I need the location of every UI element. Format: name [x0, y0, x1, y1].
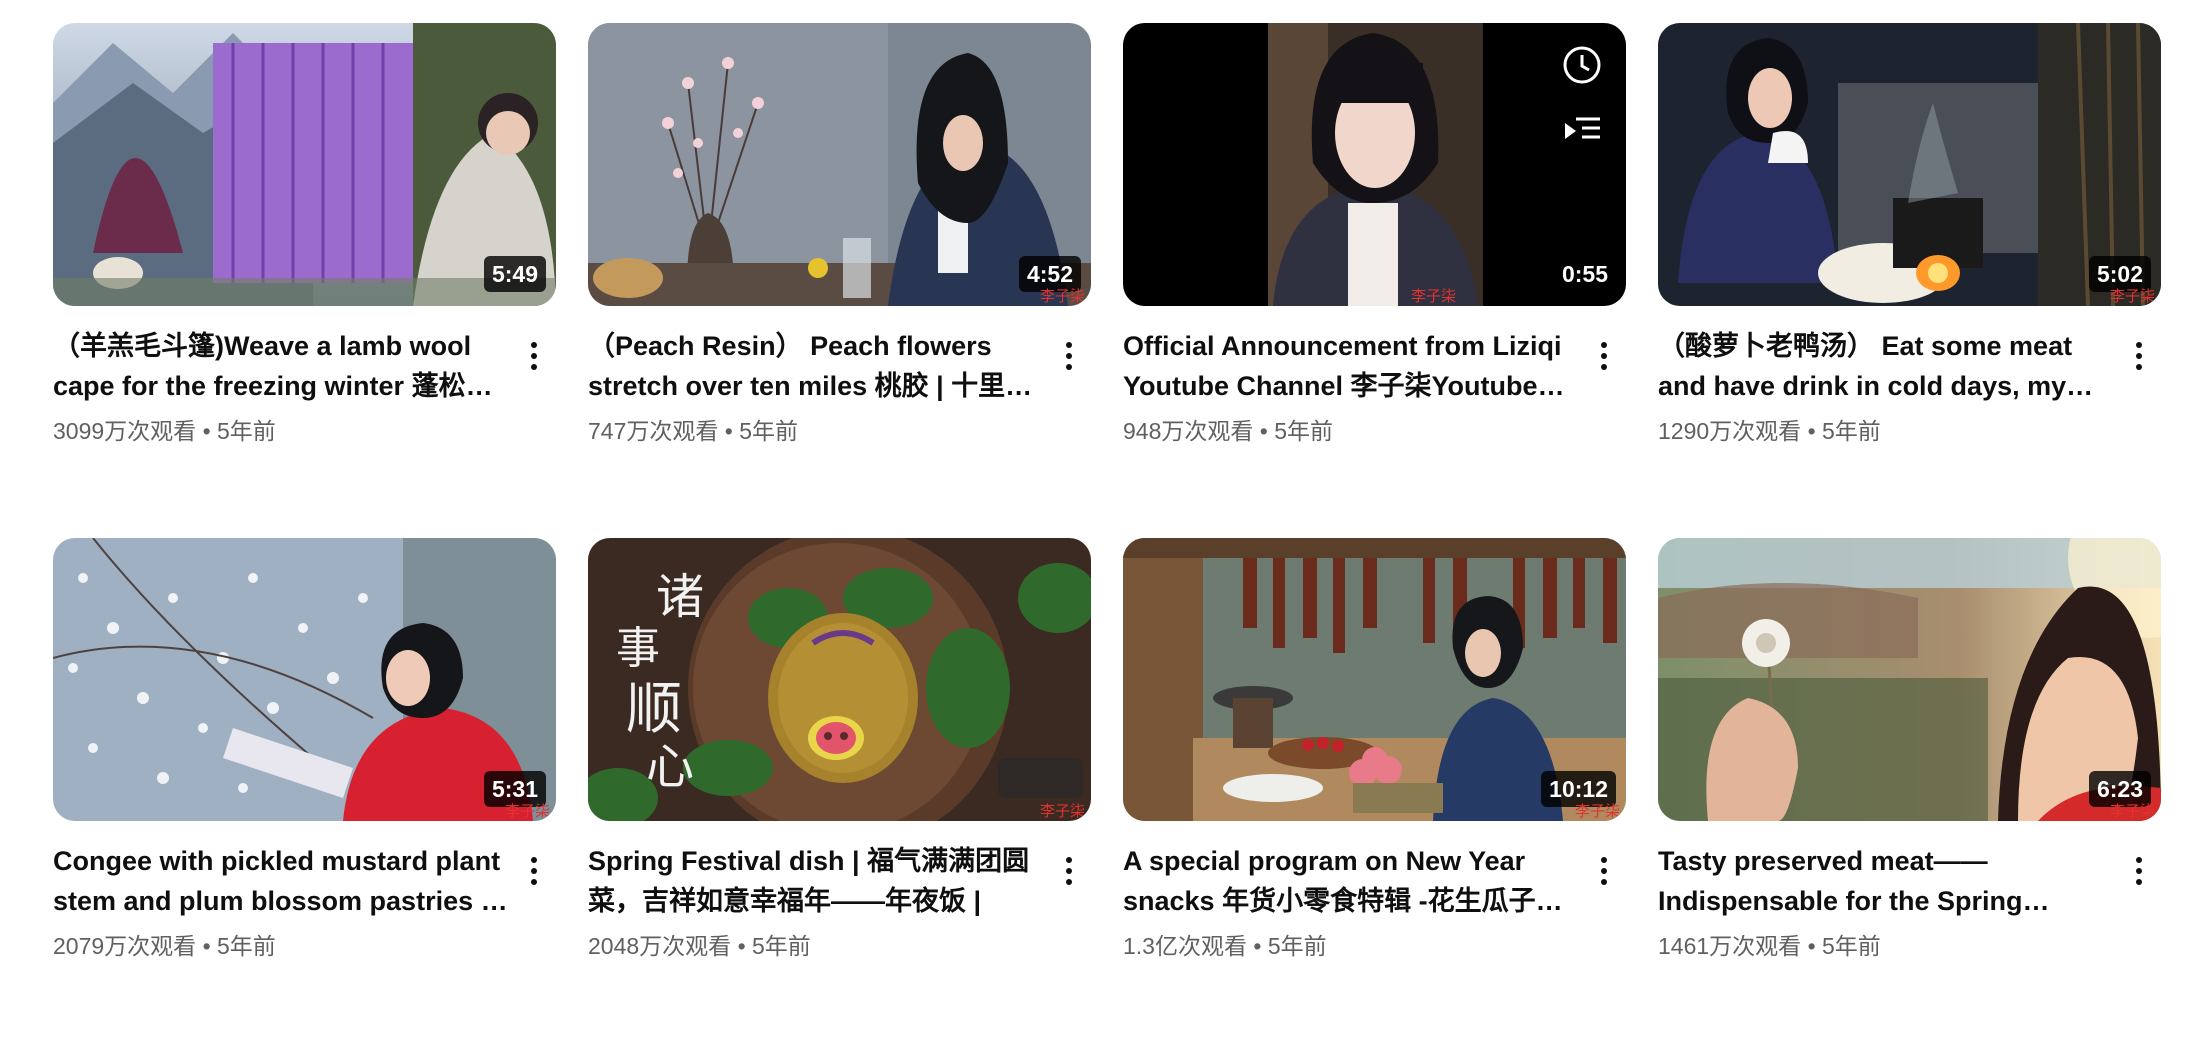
video-thumbnail[interactable]: 5:49	[53, 23, 556, 306]
video-stats: 948万次观看 • 5年前	[1123, 416, 1626, 446]
view-count: 1461万次观看	[1658, 933, 1802, 959]
video-meta: Spring Festival dish | 福气满满团圆菜，吉祥如意幸福年——…	[588, 821, 1091, 961]
more-options-icon[interactable]	[2127, 336, 2151, 376]
channel-watermark: 李子柒	[2109, 287, 2155, 305]
video-stats: 3099万次观看 • 5年前	[53, 416, 556, 446]
upload-age: 5年前	[739, 418, 799, 444]
video-title[interactable]: Spring Festival dish | 福气满满团圆菜，吉祥如意幸福年——…	[588, 841, 1048, 921]
separator-dot: •	[1253, 933, 1262, 959]
video-title[interactable]: Tasty preserved meat—— Indispensable for…	[1658, 841, 2118, 921]
video-meta: （Peach Resin） Peach flowers stretch over…	[588, 306, 1091, 446]
channel-watermark: 李子柒	[1410, 287, 1456, 305]
video-meta: Tasty preserved meat—— Indispensable for…	[1658, 821, 2161, 961]
video-meta: Congee with pickled mustard plant stem a…	[53, 821, 556, 961]
video-card[interactable]: 10:12 李子柒 A special program on New Year …	[1123, 538, 1626, 1053]
thumbnail-calligraphy: 诸 事 顺 心	[616, 569, 704, 795]
video-card[interactable]: 诸 事 顺 心 李子柒 Spring Festival dish | 福气满满团…	[588, 538, 1091, 1053]
video-thumbnail[interactable]: 5:02 李子柒	[1658, 23, 2161, 306]
hover-actions	[1560, 43, 1608, 171]
video-title[interactable]: Congee with pickled mustard plant stem a…	[53, 841, 513, 921]
upload-age: 5年前	[217, 933, 276, 959]
video-stats: 2079万次观看 • 5年前	[53, 931, 556, 961]
separator-dot: •	[1807, 418, 1816, 444]
view-count: 747万次观看	[588, 418, 719, 444]
upload-age: 5年前	[217, 418, 276, 444]
video-stats: 1461万次观看 • 5年前	[1658, 931, 2161, 961]
view-count: 1.3亿次观看	[1123, 933, 1247, 959]
view-count: 2048万次观看	[588, 933, 732, 959]
video-card[interactable]: 5:49 （羊羔毛斗篷)Weave a lamb wool cape for t…	[53, 23, 556, 538]
upload-age: 5年前	[1822, 933, 1881, 959]
thumbnail-image	[1658, 23, 2161, 306]
more-options-icon[interactable]	[2127, 851, 2151, 891]
video-card[interactable]: 6:23 李子柒 Tasty preserved meat—— Indispen…	[1658, 538, 2161, 1053]
separator-dot: •	[1807, 933, 1816, 959]
thumbnail-image	[588, 23, 1091, 306]
svg-text:事: 事	[616, 623, 660, 674]
svg-text:诸: 诸	[656, 569, 704, 625]
separator-dot: •	[202, 933, 211, 959]
upload-age: 5年前	[752, 933, 811, 959]
separator-dot: •	[737, 933, 746, 959]
video-meta: A special program on New Year snacks 年货小…	[1123, 821, 1626, 961]
svg-text:顺: 顺	[626, 677, 682, 742]
channel-watermark: 李子柒	[504, 802, 550, 820]
video-stats: 1.3亿次观看 • 5年前	[1123, 931, 1626, 961]
channel-watermark: 李子柒	[2109, 802, 2155, 820]
video-meta: （羊羔毛斗篷)Weave a lamb wool cape for the fr…	[53, 306, 556, 446]
thumbnail-image	[53, 538, 556, 821]
video-title[interactable]: （羊羔毛斗篷)Weave a lamb wool cape for the fr…	[53, 326, 513, 406]
view-count: 948万次观看	[1123, 418, 1254, 444]
more-options-icon[interactable]	[1592, 851, 1616, 891]
upload-age: 5年前	[1822, 418, 1881, 444]
video-stats: 1290万次观看 • 5年前	[1658, 416, 2161, 446]
video-title[interactable]: （酸萝卜老鸭汤） Eat some meat and have drink in…	[1658, 326, 2118, 406]
thumbnail-image	[53, 23, 556, 306]
thumbnail-image	[1658, 538, 2161, 821]
clock-icon[interactable]	[1560, 43, 1604, 87]
view-count: 3099万次观看	[53, 418, 197, 444]
more-options-icon[interactable]	[522, 336, 546, 376]
duration-badge: 5:49	[483, 256, 546, 292]
duration-badge: 0:55	[1553, 256, 1616, 292]
video-thumbnail[interactable]: 10:12 李子柒	[1123, 538, 1626, 821]
view-count: 2079万次观看	[53, 933, 197, 959]
more-options-icon[interactable]	[522, 851, 546, 891]
video-title[interactable]: A special program on New Year snacks 年货小…	[1123, 841, 1583, 921]
video-meta: Official Announcement from Liziqi Youtub…	[1123, 306, 1626, 446]
thumbnail-image	[1123, 23, 1626, 306]
add-to-queue-icon[interactable]	[1560, 107, 1604, 151]
channel-watermark: 李子柒	[1574, 802, 1620, 820]
video-card[interactable]: 0:55 李子柒 Official Announcement from Lizi…	[1123, 23, 1626, 538]
upload-age: 5年前	[1274, 418, 1334, 444]
video-meta: （酸萝卜老鸭汤） Eat some meat and have drink in…	[1658, 306, 2161, 446]
video-stats: 2048万次观看 • 5年前	[588, 931, 1091, 961]
video-title[interactable]: （Peach Resin） Peach flowers stretch over…	[588, 326, 1048, 406]
more-options-icon[interactable]	[1057, 336, 1081, 376]
video-thumbnail[interactable]: 5:31 李子柒	[53, 538, 556, 821]
more-options-icon[interactable]	[1057, 851, 1081, 891]
channel-watermark: 李子柒	[1039, 802, 1085, 820]
video-thumbnail[interactable]: 4:52 李子柒	[588, 23, 1091, 306]
svg-text:心: 心	[646, 739, 694, 795]
video-card[interactable]: 4:52 李子柒 （Peach Resin） Peach flowers str…	[588, 23, 1091, 538]
video-card[interactable]: 5:31 李子柒 Congee with pickled mustard pla…	[53, 538, 556, 1053]
video-grid: 5:49 （羊羔毛斗篷)Weave a lamb wool cape for t…	[53, 23, 2161, 1053]
more-options-icon[interactable]	[1592, 336, 1616, 376]
upload-age: 5年前	[1267, 933, 1327, 959]
view-count: 1290万次观看	[1658, 418, 1802, 444]
video-title[interactable]: Official Announcement from Liziqi Youtub…	[1123, 326, 1583, 406]
channel-watermark: 李子柒	[1039, 287, 1085, 305]
video-stats: 747万次观看 • 5年前	[588, 416, 1091, 446]
video-card[interactable]: 5:02 李子柒 （酸萝卜老鸭汤） Eat some meat and have…	[1658, 23, 2161, 538]
separator-dot: •	[1259, 418, 1268, 444]
separator-dot: •	[202, 418, 211, 444]
video-thumbnail[interactable]: 6:23 李子柒	[1658, 538, 2161, 821]
video-thumbnail[interactable]: 0:55 李子柒	[1123, 23, 1626, 306]
separator-dot: •	[724, 418, 733, 444]
video-thumbnail[interactable]: 诸 事 顺 心 李子柒	[588, 538, 1091, 821]
